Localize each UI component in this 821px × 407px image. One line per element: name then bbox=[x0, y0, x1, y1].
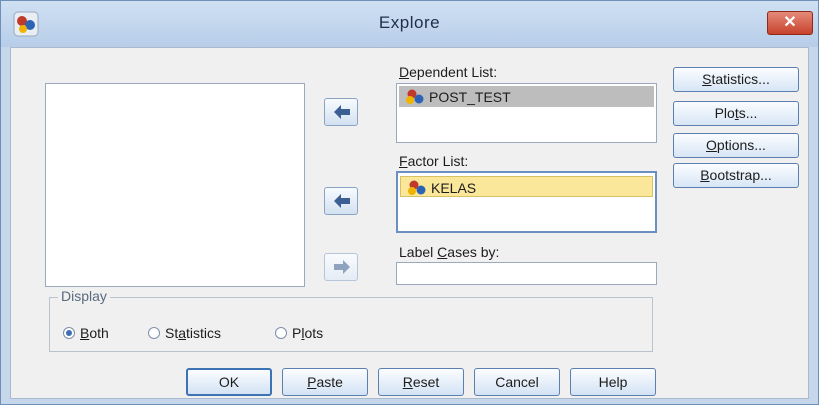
label-cases-field[interactable] bbox=[396, 262, 657, 285]
bootstrap-button[interactable]: Bootstrap... bbox=[673, 163, 799, 188]
list-item-label: KELAS bbox=[431, 180, 477, 196]
nominal-variable-icon bbox=[408, 180, 426, 195]
factor-list[interactable]: KELAS bbox=[396, 171, 657, 233]
close-button[interactable]: ✕ bbox=[767, 11, 813, 35]
label-cases-label: Label Cases by: bbox=[399, 244, 500, 260]
paste-button[interactable]: Paste bbox=[282, 368, 368, 396]
factor-list-label: Factor List: bbox=[399, 153, 469, 169]
move-arrow-icon bbox=[334, 260, 350, 274]
help-button[interactable]: Help bbox=[570, 368, 656, 396]
list-item-post-test[interactable]: POST_TEST bbox=[399, 86, 654, 107]
explore-dialog: Explore ✕ Dependent List: POST_TEST Fact… bbox=[0, 0, 819, 405]
nominal-variable-icon bbox=[406, 89, 424, 104]
move-arrow-icon bbox=[334, 105, 350, 119]
window-title: Explore bbox=[378, 13, 441, 32]
move-to-label-cases-button[interactable] bbox=[324, 253, 358, 281]
list-item-label: POST_TEST bbox=[429, 89, 511, 105]
dependent-list[interactable]: POST_TEST bbox=[396, 83, 657, 143]
display-group-legend: Display bbox=[58, 288, 110, 304]
radio-label: Statistics bbox=[165, 325, 222, 341]
radio-label: Both bbox=[80, 325, 109, 341]
cancel-button[interactable]: Cancel bbox=[474, 368, 560, 396]
title-bar[interactable]: Explore ✕ bbox=[1, 1, 818, 47]
move-to-dependent-button[interactable] bbox=[324, 98, 358, 126]
move-arrow-icon bbox=[334, 194, 350, 208]
radio-indicator bbox=[63, 327, 75, 339]
move-to-factor-button[interactable] bbox=[324, 187, 358, 215]
list-item-kelas[interactable]: KELAS bbox=[400, 176, 653, 197]
options-button[interactable]: Options... bbox=[673, 133, 799, 158]
display-group: Display bbox=[49, 288, 653, 352]
ok-button[interactable]: OK bbox=[186, 368, 272, 396]
reset-button[interactable]: Reset bbox=[378, 368, 464, 396]
radio-label: Plots bbox=[292, 325, 324, 341]
plots-button[interactable]: Plots... bbox=[673, 101, 799, 126]
radio-indicator bbox=[148, 327, 160, 339]
source-variable-list[interactable] bbox=[45, 83, 305, 287]
statistics-button[interactable]: Statistics... bbox=[673, 67, 799, 92]
radio-indicator bbox=[275, 327, 287, 339]
dependent-list-label: Dependent List: bbox=[399, 64, 498, 80]
